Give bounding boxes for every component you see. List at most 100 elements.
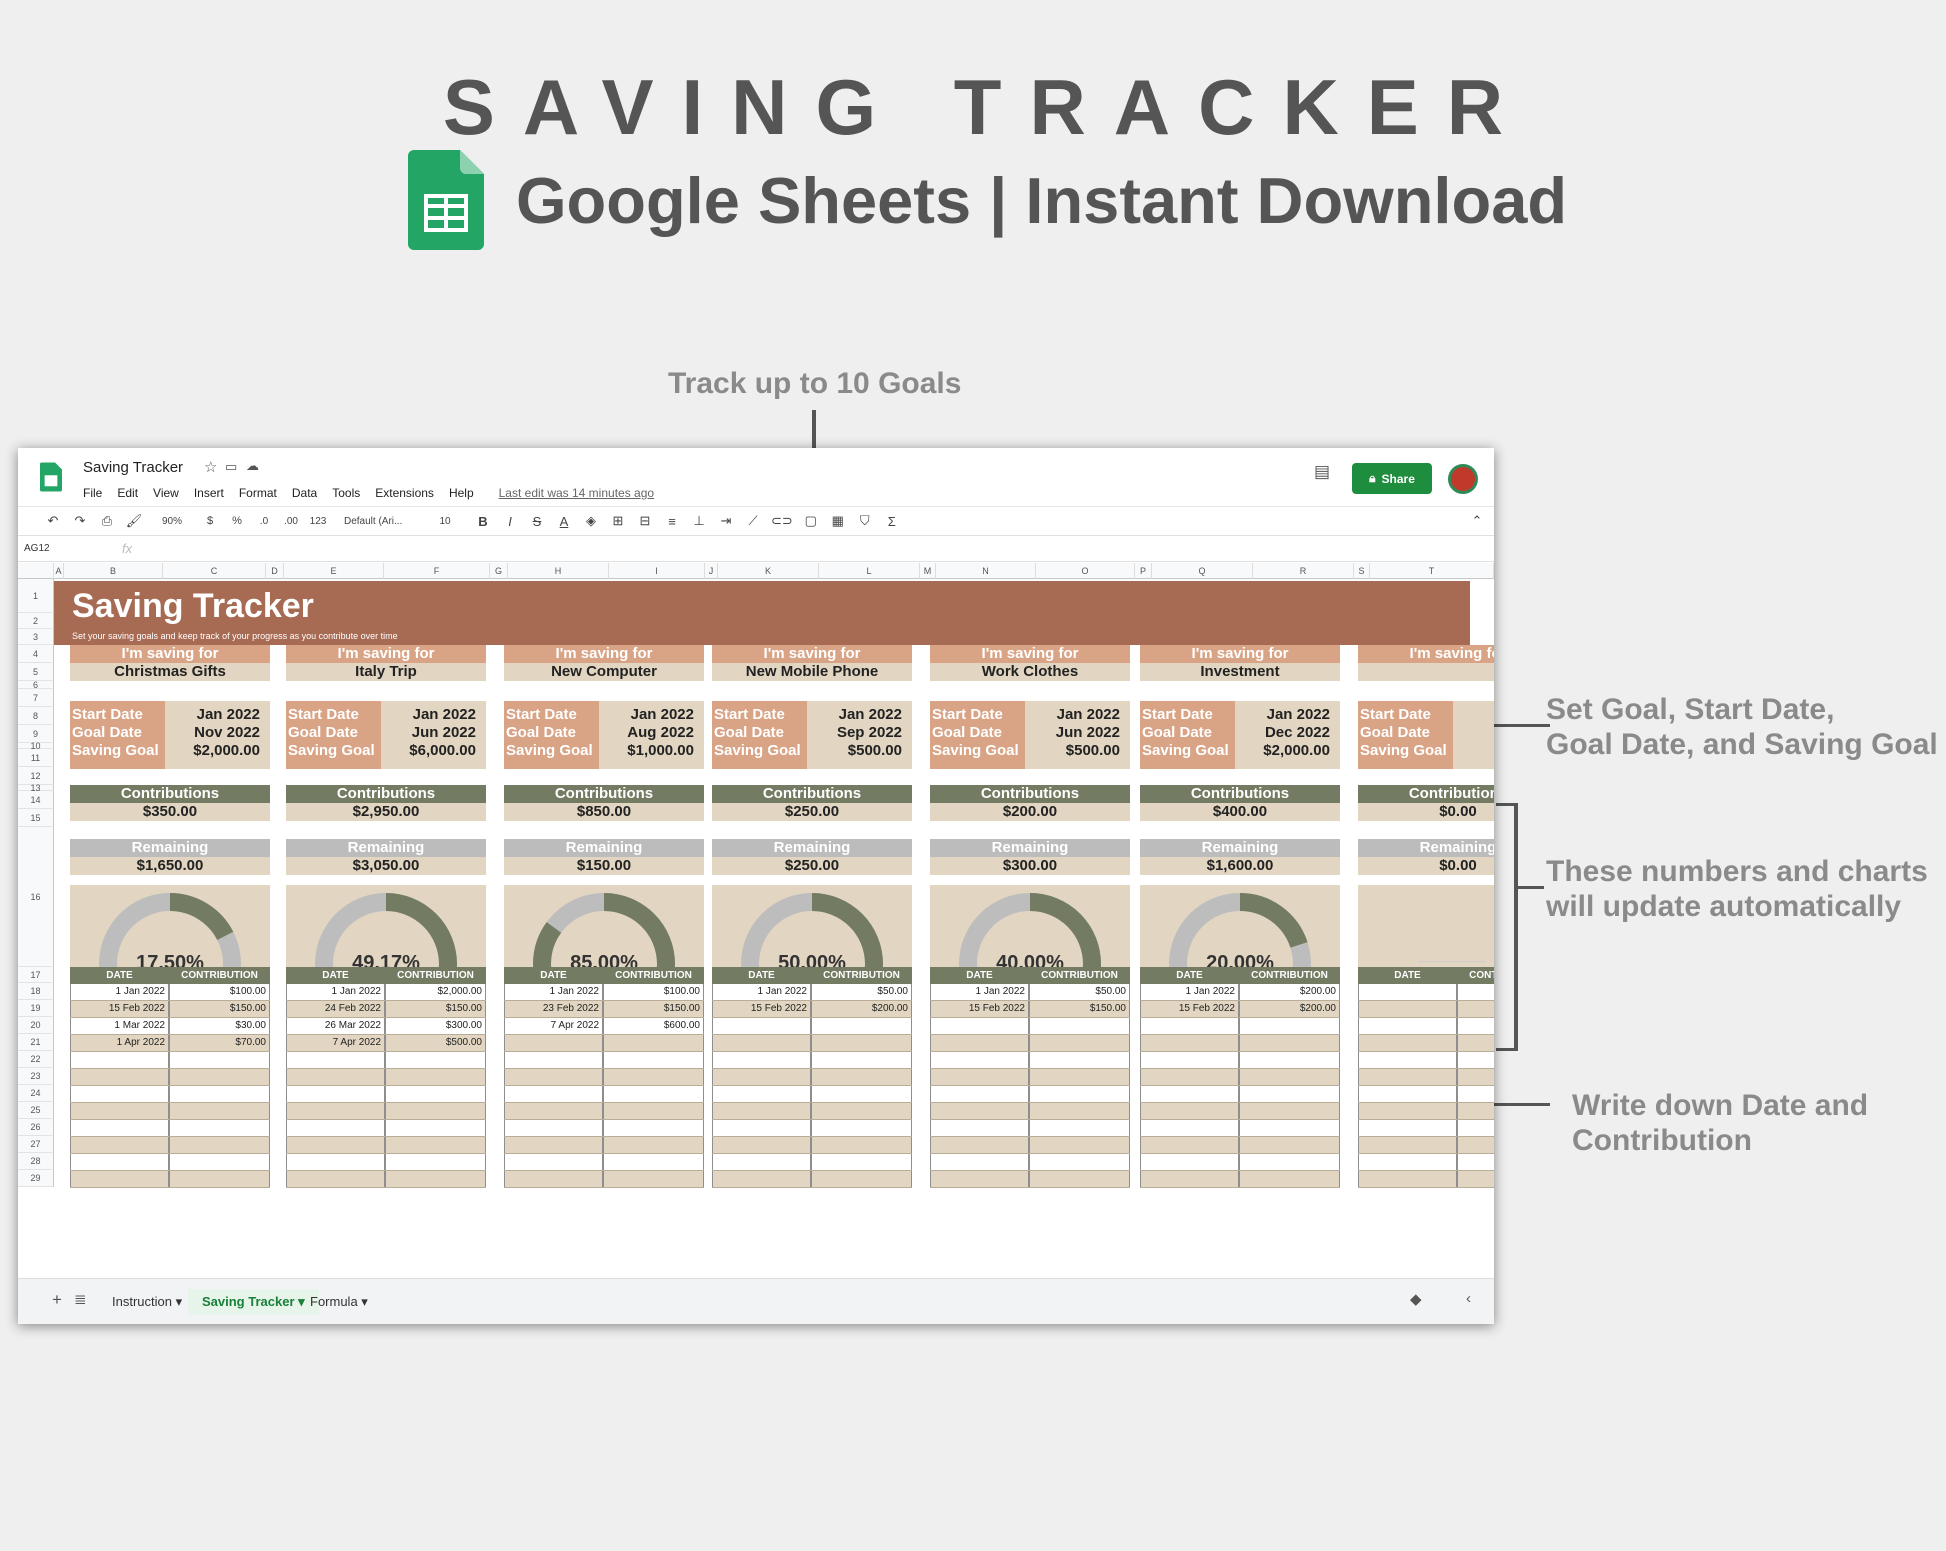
collapse-sidebar-icon[interactable]: ‹ xyxy=(1466,1290,1471,1307)
contribution-cell[interactable] xyxy=(1029,1035,1130,1051)
table-row[interactable]: 1 Jan 2022 $100.00 xyxy=(504,984,704,1001)
row-header[interactable]: 8 xyxy=(18,707,54,725)
saving-goal-value[interactable]: $2,000.00 xyxy=(193,740,260,761)
row-header[interactable]: 7 xyxy=(18,689,54,707)
add-sheet-icon[interactable]: + xyxy=(52,1290,62,1310)
goal-name[interactable] xyxy=(1358,663,1494,681)
date-cell[interactable]: 1 Jan 2022 xyxy=(930,984,1029,1000)
table-row[interactable] xyxy=(70,1052,270,1069)
contribution-cell[interactable] xyxy=(385,1052,486,1068)
italic-icon[interactable]: I xyxy=(501,510,519,532)
contribution-cell[interactable] xyxy=(169,1103,270,1119)
contribution-cell[interactable] xyxy=(1239,1103,1340,1119)
contribution-cell[interactable] xyxy=(169,1052,270,1068)
goal-name[interactable]: Investment xyxy=(1140,663,1340,681)
share-button[interactable]: 🔒︎ Share xyxy=(1352,463,1432,494)
row-header[interactable]: 3 xyxy=(18,629,54,645)
contribution-cell[interactable] xyxy=(603,1171,704,1187)
contribution-cell[interactable] xyxy=(603,1086,704,1102)
contribution-cell[interactable] xyxy=(1457,1171,1494,1187)
table-row[interactable] xyxy=(930,1018,1130,1035)
collapse-icon[interactable]: ⌃ xyxy=(1468,510,1486,532)
date-cell[interactable] xyxy=(286,1171,385,1187)
date-cell[interactable] xyxy=(1358,1052,1457,1068)
table-row[interactable] xyxy=(1140,1035,1340,1052)
row-header[interactable]: 2 xyxy=(18,613,54,629)
contribution-cell[interactable] xyxy=(385,1103,486,1119)
date-cell[interactable] xyxy=(286,1086,385,1102)
table-row[interactable] xyxy=(1358,1001,1494,1018)
date-cell[interactable] xyxy=(286,1154,385,1170)
contribution-cell[interactable] xyxy=(1457,1018,1494,1034)
table-row[interactable] xyxy=(286,1154,486,1171)
contribution-cell[interactable] xyxy=(1029,1086,1130,1102)
contribution-cell[interactable] xyxy=(603,1035,704,1051)
column-header[interactable]: L xyxy=(819,563,920,579)
row-header[interactable]: 15 xyxy=(18,809,54,827)
column-header[interactable]: D xyxy=(266,563,284,579)
date-cell[interactable] xyxy=(1358,1171,1457,1187)
date-cell[interactable] xyxy=(70,1154,169,1170)
table-row[interactable]: 1 Jan 2022 $2,000.00 xyxy=(286,984,486,1001)
table-row[interactable] xyxy=(504,1086,704,1103)
contribution-cell[interactable]: $100.00 xyxy=(169,984,270,1000)
redo-icon[interactable]: ↷ xyxy=(71,510,89,532)
date-cell[interactable] xyxy=(712,1137,811,1153)
contribution-cell[interactable]: $200.00 xyxy=(1239,1001,1340,1017)
table-row[interactable] xyxy=(1140,1086,1340,1103)
date-cell[interactable] xyxy=(1358,1120,1457,1136)
date-cell[interactable]: 26 Mar 2022 xyxy=(286,1018,385,1034)
contribution-cell[interactable] xyxy=(1239,1154,1340,1170)
contribution-cell[interactable] xyxy=(385,1171,486,1187)
print-icon[interactable]: ⎙ xyxy=(98,510,116,532)
date-cell[interactable] xyxy=(1358,1154,1457,1170)
contribution-cell[interactable] xyxy=(811,1103,912,1119)
fill-color-icon[interactable]: ◈ xyxy=(582,510,600,532)
table-row[interactable] xyxy=(70,1120,270,1137)
vertical-align-icon[interactable]: ⊥ xyxy=(690,510,708,532)
table-row[interactable] xyxy=(1140,1069,1340,1086)
contribution-cell[interactable] xyxy=(385,1120,486,1136)
row-header[interactable]: 14 xyxy=(18,791,54,809)
menu-help[interactable]: Help xyxy=(449,486,474,500)
date-cell[interactable] xyxy=(1358,1137,1457,1153)
date-cell[interactable] xyxy=(712,1069,811,1085)
date-cell[interactable]: 23 Feb 2022 xyxy=(504,1001,603,1017)
date-cell[interactable] xyxy=(1358,1103,1457,1119)
contribution-cell[interactable] xyxy=(169,1154,270,1170)
table-row[interactable] xyxy=(1358,1052,1494,1069)
goal-name[interactable]: Work Clothes xyxy=(930,663,1130,681)
date-cell[interactable] xyxy=(1358,1001,1457,1017)
contribution-cell[interactable]: $50.00 xyxy=(1029,984,1130,1000)
column-header[interactable]: Q xyxy=(1152,563,1253,579)
table-row[interactable] xyxy=(70,1154,270,1171)
contribution-cell[interactable] xyxy=(1029,1052,1130,1068)
date-cell[interactable] xyxy=(1140,1154,1239,1170)
table-row[interactable] xyxy=(1140,1018,1340,1035)
zoom-select[interactable]: 90% xyxy=(152,510,192,532)
goal-name[interactable]: New Mobile Phone xyxy=(712,663,912,681)
date-cell[interactable] xyxy=(712,1171,811,1187)
column-header[interactable]: R xyxy=(1253,563,1354,579)
contribution-cell[interactable] xyxy=(603,1137,704,1153)
date-cell[interactable] xyxy=(930,1120,1029,1136)
comments-icon[interactable]: ▤ xyxy=(1314,462,1330,482)
date-cell[interactable] xyxy=(286,1103,385,1119)
undo-icon[interactable]: ↶ xyxy=(44,510,62,532)
date-cell[interactable] xyxy=(504,1052,603,1068)
date-cell[interactable] xyxy=(504,1069,603,1085)
table-row[interactable] xyxy=(930,1103,1130,1120)
table-row[interactable] xyxy=(286,1137,486,1154)
number-format-select[interactable]: 123 xyxy=(309,510,327,532)
date-cell[interactable] xyxy=(930,1069,1029,1085)
date-cell[interactable] xyxy=(286,1120,385,1136)
column-header[interactable]: P xyxy=(1135,563,1152,579)
date-cell[interactable] xyxy=(712,1018,811,1034)
date-cell[interactable]: 15 Feb 2022 xyxy=(930,1001,1029,1017)
table-row[interactable] xyxy=(930,1154,1130,1171)
paint-format-icon[interactable]: 🖌︎ xyxy=(125,510,143,532)
goal-name[interactable]: New Computer xyxy=(504,663,704,681)
date-cell[interactable] xyxy=(712,1052,811,1068)
contribution-cell[interactable]: $100.00 xyxy=(603,984,704,1000)
sheets-app-icon[interactable] xyxy=(40,462,62,492)
